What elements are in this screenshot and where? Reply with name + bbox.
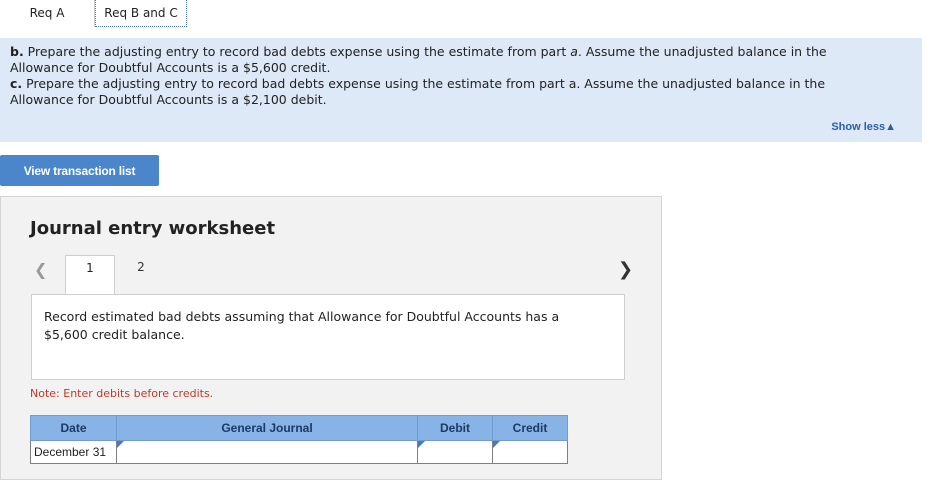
column-header-debit: Debit	[417, 415, 493, 441]
column-header-date: Date	[30, 415, 117, 441]
show-less-link[interactable]: Show less▲	[831, 121, 896, 133]
debit-input[interactable]	[418, 442, 496, 462]
instruction-c-text: Prepare the adjusting entry to record ba…	[10, 76, 826, 107]
tab-req-b-and-c[interactable]: Req B and C	[95, 0, 187, 27]
table-row: December 31	[30, 440, 571, 464]
chevron-right-icon[interactable]: ❯	[618, 259, 633, 280]
tab-req-a[interactable]: Req A	[0, 0, 95, 27]
debit-cell[interactable]	[417, 440, 496, 464]
account-cell[interactable]	[116, 440, 421, 464]
page-tab-2[interactable]: 2	[130, 255, 152, 295]
credit-cell[interactable]	[492, 440, 571, 464]
instruction-b-text: Prepare the adjusting entry to record ba…	[23, 44, 571, 59]
date-cell[interactable]: December 31	[30, 440, 117, 464]
chevron-left-icon[interactable]: ❮	[34, 260, 47, 279]
worksheet-title: Journal entry worksheet	[30, 218, 276, 239]
column-header-general-journal: General Journal	[116, 415, 418, 441]
instruction-b-part: a	[570, 44, 578, 59]
account-input[interactable]	[117, 442, 421, 462]
requirement-tabs: Req A Req B and C	[0, 0, 935, 34]
instruction-c: c. Prepare the adjusting entry to record…	[10, 76, 890, 108]
instruction-c-prefix: c.	[10, 76, 23, 91]
dropdown-marker-icon	[117, 441, 124, 448]
journal-header-row: Date General Journal Debit Credit	[30, 415, 568, 441]
date-value: December 31	[34, 445, 107, 459]
input-marker-icon	[493, 441, 500, 448]
column-header-credit: Credit	[492, 415, 568, 441]
journal-entry-worksheet: Journal entry worksheet ❮ 1 2 ❯ Record e…	[0, 196, 662, 480]
debit-credit-note: Note: Enter debits before credits.	[30, 387, 214, 400]
instructions-text: b. Prepare the adjusting entry to record…	[10, 44, 890, 108]
journal-table: Date General Journal Debit Credit Decemb…	[30, 415, 571, 464]
instructions-panel: b. Prepare the adjusting entry to record…	[0, 38, 922, 142]
instruction-b-prefix: b.	[10, 44, 24, 59]
transaction-description-box: Record estimated bad debts assuming that…	[31, 294, 625, 380]
input-marker-icon	[418, 441, 425, 448]
triangle-up-icon: ▲	[885, 121, 896, 133]
page-tab-1[interactable]: 1	[65, 255, 115, 295]
show-less-label: Show less	[831, 121, 886, 133]
view-transaction-list-button[interactable]: View transaction list	[0, 155, 159, 186]
credit-input[interactable]	[493, 442, 571, 462]
transaction-description: Record estimated bad debts assuming that…	[44, 309, 560, 342]
instruction-b: b. Prepare the adjusting entry to record…	[10, 44, 890, 76]
